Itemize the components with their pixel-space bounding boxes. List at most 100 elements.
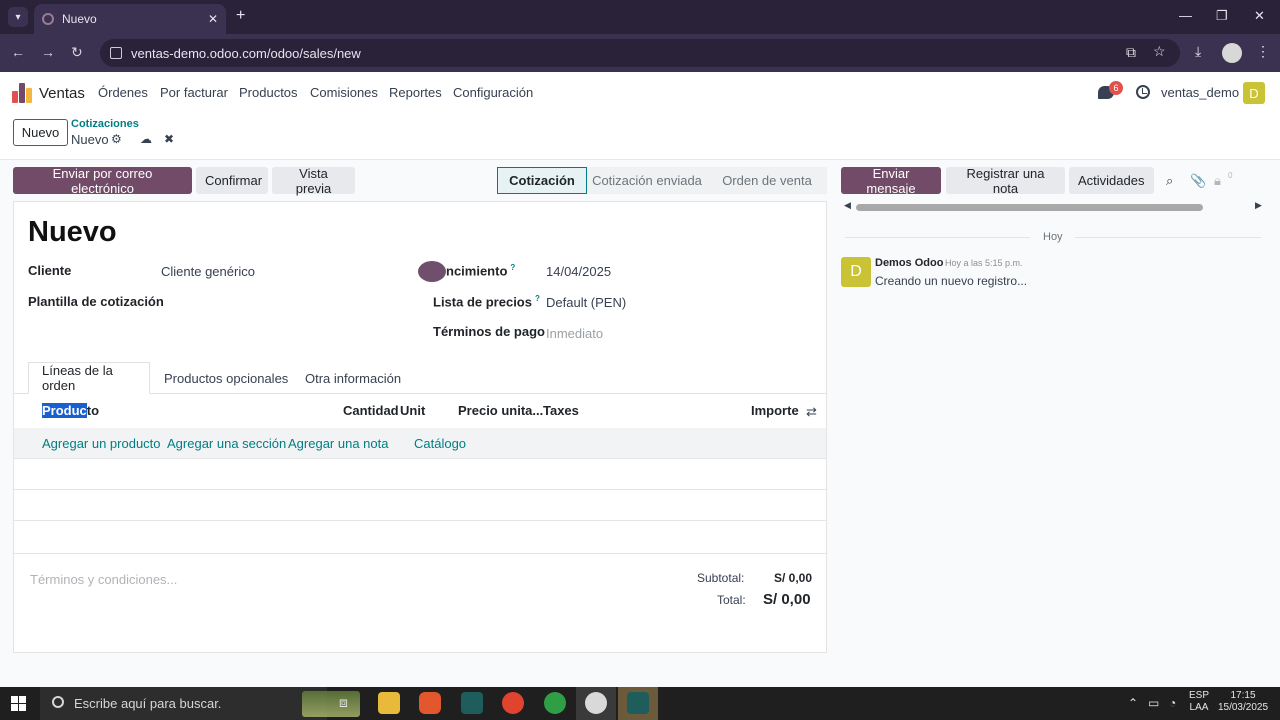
optional-columns-icon[interactable]: ⇄: [806, 404, 817, 420]
terms-and-conditions-field[interactable]: Términos y condiciones...: [30, 572, 177, 587]
sales-app-logo-icon[interactable]: [12, 83, 32, 103]
search-highlight-image: [302, 691, 360, 717]
chrome-active-icon[interactable]: [585, 692, 607, 714]
app-name[interactable]: Ventas: [39, 85, 85, 102]
followers-count: 0: [1228, 171, 1233, 180]
user-name[interactable]: ventas_demo: [1161, 85, 1239, 100]
terminal-app-icon[interactable]: [461, 692, 483, 714]
back-icon[interactable]: ←: [11, 44, 25, 60]
mouse-cursor-highlight: [418, 261, 446, 282]
download-icon[interactable]: ⤓: [1195, 43, 1201, 60]
reload-icon[interactable]: ↻: [71, 44, 83, 60]
wifi-icon[interactable]: ◔: [1169, 696, 1176, 710]
search-icon: [52, 696, 64, 708]
tab-title: Nuevo: [62, 12, 97, 26]
tab-order-lines[interactable]: Líneas de la orden: [28, 362, 150, 394]
customer-field[interactable]: Cliente genérico: [161, 264, 255, 279]
save-cloud-icon[interactable]: ☁: [140, 132, 152, 146]
horizontal-scrollbar[interactable]: [856, 204, 1203, 211]
tray-chevron-icon[interactable]: ⌃: [1128, 696, 1138, 710]
clock[interactable]: 17:15 15/03/2025: [1216, 690, 1270, 714]
payment-terms-field[interactable]: Inmediato: [546, 326, 603, 341]
discard-icon[interactable]: ✖: [164, 132, 174, 146]
chrome-profile-icon[interactable]: [544, 692, 566, 714]
tab-close-icon[interactable]: ✕: [208, 12, 218, 26]
message-body: Creando un nuevo registro...: [875, 274, 1028, 288]
expiration-field[interactable]: 14/04/2025: [546, 264, 611, 279]
tab-optional-products[interactable]: Productos opcionales: [151, 362, 301, 394]
tab-favicon-icon: [42, 13, 54, 25]
gear-icon[interactable]: ⚙: [111, 132, 122, 146]
taskbar-search[interactable]: Escribe aquí para buscar.: [40, 687, 360, 720]
menu-por-facturar[interactable]: Por facturar: [160, 85, 228, 100]
breadcrumb-parent[interactable]: Cotizaciones: [71, 118, 139, 130]
col-unit-price[interactable]: Precio unita...: [458, 403, 543, 418]
file-explorer-icon[interactable]: [378, 692, 400, 714]
message-author[interactable]: Demos Odoo: [875, 257, 943, 269]
scroll-left-icon[interactable]: ◀: [844, 200, 851, 211]
browser-tab[interactable]: Nuevo ✕: [34, 4, 226, 34]
menu-configuracion[interactable]: Configuración: [453, 85, 533, 100]
col-quantity[interactable]: Cantidad: [343, 403, 399, 418]
pricelist-field[interactable]: Default (PEN): [546, 295, 626, 310]
paperclip-icon[interactable]: 📎: [1190, 173, 1206, 189]
total-label: Total:: [717, 593, 746, 607]
minimize-icon[interactable]: —: [1179, 8, 1192, 23]
messages-badge: 6: [1109, 81, 1123, 95]
user-avatar[interactable]: D: [1243, 82, 1265, 104]
add-note-link[interactable]: Agregar una nota: [288, 436, 388, 451]
activities-button[interactable]: Actividades: [1069, 167, 1154, 194]
customer-label: Cliente: [28, 263, 72, 278]
install-app-icon[interactable]: ⧉: [1126, 44, 1136, 61]
stage-orden-de-venta[interactable]: Orden de venta: [707, 167, 827, 194]
site-info-icon[interactable]: [110, 47, 122, 59]
forward-icon[interactable]: →: [41, 44, 55, 60]
send-email-button[interactable]: Enviar por correo electrónico: [13, 166, 192, 196]
payment-terms-label: Términos de pago: [433, 324, 545, 339]
terminal-active-icon[interactable]: [627, 692, 649, 714]
profile-avatar[interactable]: [1222, 43, 1242, 63]
stage-cotizacion[interactable]: Cotización: [497, 167, 587, 194]
address-bar[interactable]: ventas-demo.odoo.com/odoo/sales/new: [100, 39, 1180, 67]
maximize-icon[interactable]: ❐: [1216, 8, 1228, 24]
send-message-button[interactable]: Enviar mensaje: [841, 166, 941, 196]
scroll-right-icon[interactable]: ▶: [1255, 200, 1262, 211]
task-view-icon[interactable]: ⧈: [339, 694, 348, 711]
menu-reportes[interactable]: Reportes: [389, 85, 442, 100]
brave-browser-icon[interactable]: [419, 692, 441, 714]
expiration-label: ncimiento?: [446, 263, 516, 279]
col-taxes[interactable]: Taxes: [543, 403, 579, 418]
add-product-link[interactable]: Agregar un producto: [42, 436, 161, 451]
confirm-button[interactable]: Confirmar: [196, 167, 268, 194]
language-indicator[interactable]: ESP LAA: [1188, 690, 1210, 714]
date-separator-line: [845, 237, 1030, 238]
col-unit[interactable]: Unit: [400, 403, 425, 418]
search-icon[interactable]: ⌕: [1166, 173, 1173, 189]
new-record-button[interactable]: Nuevo: [13, 119, 68, 146]
menu-productos[interactable]: Productos: [239, 85, 298, 100]
add-section-link[interactable]: Agregar una sección: [167, 436, 286, 451]
bookmark-star-icon[interactable]: ☆: [1153, 43, 1166, 60]
taskbar-search-placeholder: Escribe aquí para buscar.: [74, 696, 222, 711]
tab-list-chevron-icon[interactable]: ▾: [8, 7, 28, 27]
tab-other-info[interactable]: Otra información: [292, 362, 414, 394]
col-product[interactable]: Producto: [42, 403, 99, 418]
stage-cotizacion-enviada[interactable]: Cotización enviada: [587, 167, 707, 194]
menu-comisiones[interactable]: Comisiones: [310, 85, 378, 100]
chrome-icon[interactable]: [502, 692, 524, 714]
preview-button[interactable]: Vista previa: [272, 166, 355, 196]
new-tab-icon[interactable]: +: [236, 8, 245, 24]
browser-menu-icon[interactable]: ⋮: [1256, 43, 1270, 60]
log-note-button[interactable]: Registrar una nota: [946, 166, 1065, 196]
col-amount[interactable]: Importe: [751, 403, 799, 418]
followers-icon[interactable]: 🔒︎: [1214, 173, 1221, 189]
menu-ordenes[interactable]: Órdenes: [98, 85, 148, 100]
message-avatar: D: [841, 257, 871, 287]
subtotal-label: Subtotal:: [697, 571, 745, 585]
catalog-link[interactable]: Catálogo: [414, 436, 466, 451]
windows-start-icon[interactable]: [11, 696, 26, 711]
subtotal-value: S/ 0,00: [774, 571, 813, 585]
close-window-icon[interactable]: ✕: [1254, 8, 1265, 24]
battery-icon[interactable]: ▭: [1148, 696, 1159, 710]
activities-clock-icon[interactable]: [1136, 85, 1150, 99]
